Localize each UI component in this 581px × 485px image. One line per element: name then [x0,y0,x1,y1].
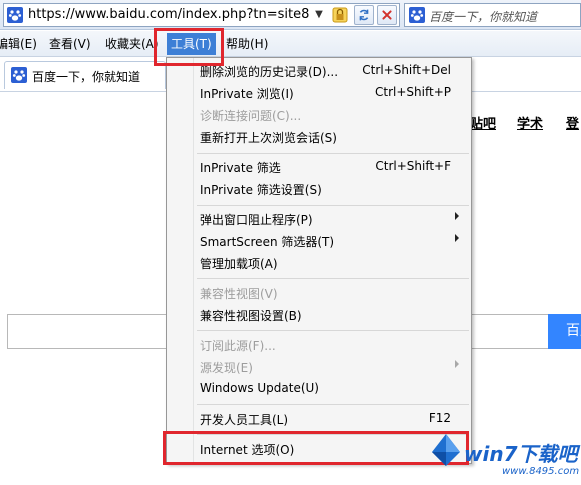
page-link-login[interactable]: 登 [566,113,579,132]
menu-item-shortcut: F12 [428,411,451,425]
baidu-paw-icon [11,67,27,83]
tools-item-inprivate-filter[interactable]: InPrivate 筛选 Ctrl+Shift+F [169,156,469,178]
address-bar: https://www.baidu.com/index.php?tn=site8… [0,0,581,30]
menu-separator [197,205,469,206]
lock-icon[interactable] [330,5,350,25]
menu-item-shortcut: Ctrl+Shift+Del [362,63,451,77]
tools-item-inprivate-browsing[interactable]: InPrivate 浏览(I) Ctrl+Shift+P [169,82,469,104]
menu-separator [197,404,469,405]
watermark-url: www.8495.com [502,466,580,477]
watermark-brand: win7下载吧 [464,442,578,466]
submenu-arrow-icon [455,360,459,368]
menu-item-label: 诊断连接问题(C)... [200,109,302,123]
tools-item-windows-update[interactable]: Windows Update(U) [169,378,469,400]
url-dropdown-icon[interactable]: ▼ [310,5,328,25]
menu-item-label: 兼容性视图(V) [200,287,278,301]
tools-item-developer-tools[interactable]: 开发人员工具(L) F12 [169,408,469,430]
tab-title: 百度一下，你就知道 [32,70,141,84]
stop-icon[interactable] [377,5,397,25]
quick-search-tab-title: 百度一下，你就知道 [429,10,538,24]
menu-item-label: 重新打开上次浏览会话(S) [200,131,337,145]
watermark: win7下载吧 www.8495.com [428,428,580,482]
menu-item-label: 弹出窗口阻止程序(P) [200,213,313,227]
highlight-tools-menu [154,28,224,66]
page-link-xueshu[interactable]: 学术 [517,113,543,132]
tools-item-inprivate-filter-settings[interactable]: InPrivate 筛选设置(S) [169,178,469,200]
submenu-arrow-icon [455,234,459,242]
menu-item-label: 兼容性视图设置(B) [200,309,302,323]
menu-view[interactable]: 查看(V) [49,35,91,53]
menu-item-label: 订阅此源(F)... [200,339,276,353]
menu-item-label: Windows Update(U) [200,381,319,395]
tools-item-compat-view: 兼容性视图(V) [169,282,469,304]
menu-item-shortcut: Ctrl+Shift+P [375,85,451,99]
menu-item-label: InPrivate 筛选设置(S) [200,183,322,197]
url-field[interactable]: https://www.baidu.com/index.php?tn=site8… [3,3,400,27]
baidu-paw-icon [409,7,425,23]
tools-item-feed-discovery: 源发现(E) [169,356,469,378]
menu-bar: 编辑(E) 查看(V) 收藏夹(A) 工具(T) 帮助(H) [0,31,581,57]
quick-search-tab[interactable]: 百度一下，你就知道 [404,3,581,27]
tab-baidu[interactable]: 百度一下，你就知道 [4,61,166,89]
menu-edit[interactable]: 编辑(E) [0,35,37,53]
submenu-arrow-icon [455,212,459,220]
menu-help[interactable]: 帮助(H) [226,35,268,53]
tools-item-popup-blocker[interactable]: 弹出窗口阻止程序(P) [169,208,469,230]
menu-item-label: InPrivate 浏览(I) [200,87,294,101]
tools-item-reopen-session[interactable]: 重新打开上次浏览会话(S) [169,126,469,148]
highlight-internet-options [163,431,469,465]
menu-separator [197,330,469,331]
menu-item-label: 管理加载项(A) [200,257,278,271]
tools-menu: 删除浏览的历史记录(D)... Ctrl+Shift+Del InPrivate… [166,57,472,464]
tools-item-subscribe-feed: 订阅此源(F)... [169,334,469,356]
menu-item-label: SmartScreen 筛选器(T) [200,235,335,249]
page-search-button[interactable]: 百度一下 [548,314,581,349]
page-link-tieba[interactable]: 贴吧 [470,113,496,132]
menu-separator [197,278,469,279]
tools-item-diagnose-connection: 诊断连接问题(C)... [169,104,469,126]
url-text: https://www.baidu.com/index.php?tn=site8… [28,7,310,22]
refresh-icon[interactable] [354,5,374,25]
menu-item-label: 源发现(E) [200,361,253,375]
menu-favorites[interactable]: 收藏夹(A) [105,35,159,53]
tools-item-manage-addons[interactable]: 管理加载项(A) [169,252,469,274]
menu-item-label: 开发人员工具(L) [200,413,289,427]
tools-item-smartscreen[interactable]: SmartScreen 筛选器(T) [169,230,469,252]
menu-item-label: InPrivate 筛选 [200,161,281,175]
win7-logo-icon [432,434,460,466]
tools-item-compat-view-settings[interactable]: 兼容性视图设置(B) [169,304,469,326]
baidu-paw-icon [7,7,23,23]
menu-item-shortcut: Ctrl+Shift+F [375,159,451,173]
menu-separator [197,153,469,154]
